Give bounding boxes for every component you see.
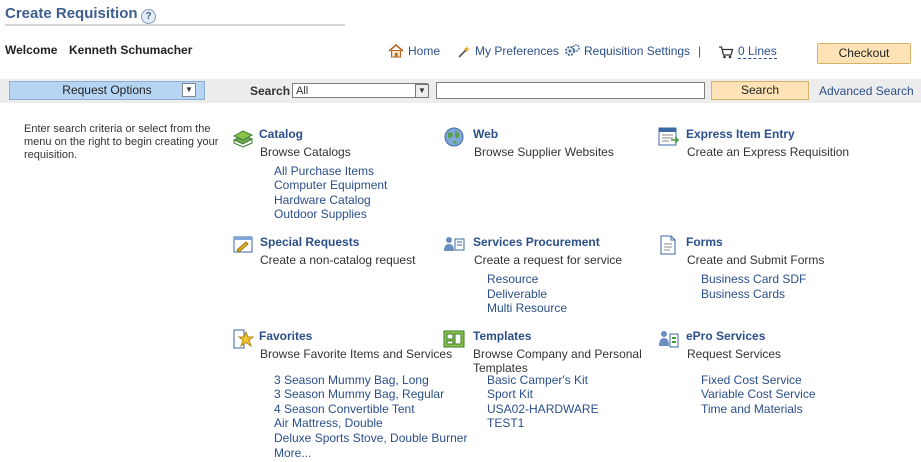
forms-description: Create and Submit Forms <box>687 253 825 267</box>
gears-icon <box>565 44 580 56</box>
epro-services-item[interactable]: Variable Cost Service <box>701 387 816 401</box>
globe-icon <box>444 127 464 147</box>
express-item-entry-link[interactable]: Express Item Entry <box>686 127 795 141</box>
home-link[interactable]: Home <box>388 44 440 58</box>
templates-item[interactable]: Basic Camper's Kit <box>487 373 588 387</box>
templates-item[interactable]: TEST1 <box>487 416 524 430</box>
services-procurement-link[interactable]: Services Procurement <box>473 235 600 249</box>
special-requests-description: Create a non-catalog request <box>260 253 416 267</box>
help-icon[interactable]: ? <box>141 9 156 24</box>
user-name: Kenneth Schumacher <box>69 43 193 57</box>
preferences-label: My Preferences <box>475 44 560 58</box>
services-item[interactable]: Deliverable <box>487 287 547 301</box>
templates-item[interactable]: USA02-HARDWARE <box>487 402 599 416</box>
epro-services-link[interactable]: ePro Services <box>686 329 765 343</box>
search-label: Search <box>250 84 291 98</box>
search-input[interactable] <box>436 82 705 99</box>
forms-item[interactable]: Business Card SDF <box>701 272 806 286</box>
advanced-search-link[interactable]: Advanced Search <box>819 84 914 98</box>
web-description: Browse Supplier Websites <box>474 145 614 159</box>
instructions-text: Enter search criteria or select from the… <box>24 123 219 161</box>
special-requests-link[interactable]: Special Requests <box>260 235 359 249</box>
web-link[interactable]: Web <box>473 127 498 141</box>
chevron-down-icon[interactable]: ▼ <box>182 83 196 97</box>
checkout-button[interactable]: Checkout <box>817 43 911 64</box>
favorites-item[interactable]: Air Mattress, Double <box>274 416 383 430</box>
request-options-dropdown[interactable]: Request Options <box>9 81 205 100</box>
catalog-item[interactable]: Outdoor Supplies <box>274 207 367 221</box>
templates-link[interactable]: Templates <box>473 329 531 343</box>
services-procurement-description: Create a request for service <box>474 253 623 267</box>
catalog-item[interactable]: Hardware Catalog <box>274 193 371 207</box>
nav-separator: | <box>698 44 702 58</box>
settings-label: Requisition Settings <box>584 44 691 58</box>
epro-services-item[interactable]: Fixed Cost Service <box>701 373 802 387</box>
home-label: Home <box>408 44 441 58</box>
epro-services-icon <box>659 331 679 348</box>
services-icon <box>444 237 465 251</box>
special-request-icon <box>233 236 253 253</box>
express-entry-icon <box>658 127 679 146</box>
forms-item[interactable]: Business Cards <box>701 287 785 301</box>
favorites-item[interactable]: 3 Season Mummy Bag, Regular <box>274 387 444 401</box>
favorites-more-link[interactable]: More... <box>274 446 311 460</box>
search-button[interactable]: Search <box>711 81 809 100</box>
services-item[interactable]: Resource <box>487 272 538 286</box>
favorites-link[interactable]: Favorites <box>259 329 312 343</box>
templates-item[interactable]: Sport Kit <box>487 387 533 401</box>
catalog-item[interactable]: All Purchase Items <box>274 164 374 178</box>
cart-icon <box>719 45 734 58</box>
forms-icon <box>660 235 676 255</box>
chevron-down-icon[interactable]: ▼ <box>415 84 429 98</box>
welcome-label: Welcome <box>5 43 58 57</box>
catalog-description: Browse Catalogs <box>260 145 351 159</box>
favorites-description: Browse Favorite Items and Services <box>260 347 453 361</box>
lines-count: 0 Lines <box>738 44 777 59</box>
epro-services-item[interactable]: Time and Materials <box>701 402 803 416</box>
my-preferences-link[interactable]: My Preferences <box>458 44 559 58</box>
favorites-item[interactable]: Deluxe Sports Stove, Double Burner <box>274 431 467 445</box>
express-item-entry-description: Create an Express Requisition <box>687 145 850 159</box>
catalog-link[interactable]: Catalog <box>259 127 303 141</box>
books-icon <box>232 130 254 148</box>
title-divider <box>5 24 345 26</box>
templates-icon <box>443 330 465 348</box>
services-item[interactable]: Multi Resource <box>487 301 567 315</box>
house-icon <box>388 44 404 58</box>
cart-lines-link[interactable]: 0 Lines <box>718 44 777 59</box>
page-title: Create Requisition <box>5 5 138 22</box>
forms-link[interactable]: Forms <box>686 235 723 249</box>
favorites-item[interactable]: 4 Season Convertible Tent <box>274 402 415 416</box>
epro-services-description: Request Services <box>687 347 782 361</box>
wand-icon <box>458 45 471 58</box>
search-category-select[interactable]: All <box>292 83 428 98</box>
catalog-item[interactable]: Computer Equipment <box>274 178 387 192</box>
favorites-star-icon <box>233 329 254 349</box>
requisition-settings-link[interactable]: Requisition Settings <box>565 44 690 58</box>
favorites-item[interactable]: 3 Season Mummy Bag, Long <box>274 373 429 387</box>
templates-description: Browse Company and Personal Templates <box>473 347 642 375</box>
